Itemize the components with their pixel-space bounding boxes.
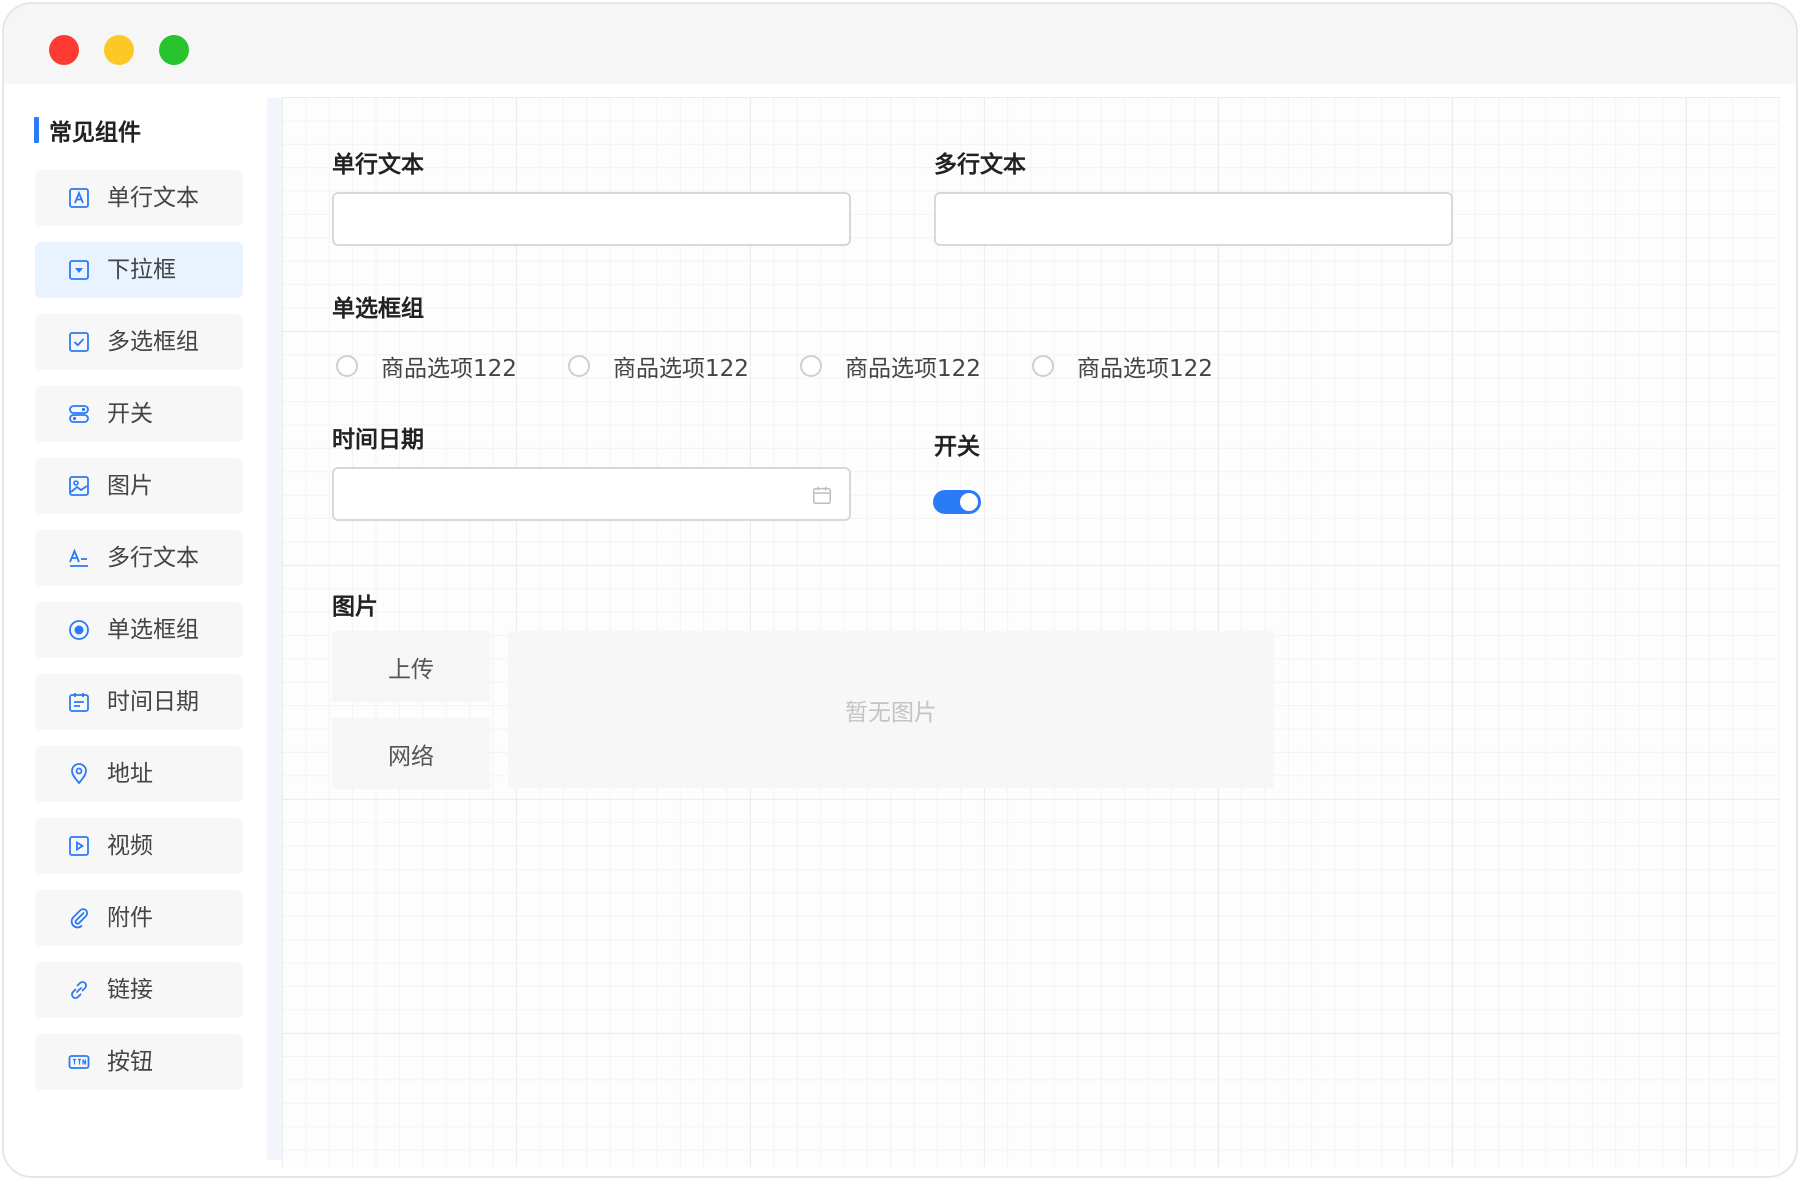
sidebar-item-single-text[interactable]: 单行文本	[35, 170, 243, 226]
switch-knob	[960, 493, 978, 511]
sidebar-item-label: 多选框组	[107, 329, 199, 355]
component-sidebar: 常见组件 单行文本 下拉框 多选框组 开关 图片 多行文本 单选框组 时间日期 …	[4, 84, 282, 1176]
calendar-icon	[67, 690, 91, 714]
sidebar-item-video[interactable]: 视频	[35, 818, 243, 874]
single-text-input[interactable]	[332, 192, 851, 246]
close-window-button[interactable]	[49, 35, 79, 65]
checkbox-icon	[67, 330, 91, 354]
sidebar-item-multiline-text[interactable]: 多行文本	[35, 530, 243, 586]
sidebar-item-label: 按钮	[107, 1049, 153, 1075]
paperclip-icon	[67, 906, 91, 930]
network-image-button[interactable]: 网络	[332, 718, 490, 789]
sidebar-section-title: 常见组件	[34, 115, 141, 146]
toggle-icon	[67, 402, 91, 426]
title-bar	[4, 4, 1796, 84]
single-text-label: 单行文本	[332, 152, 424, 178]
datetime-label: 时间日期	[332, 427, 424, 453]
sidebar-item-radio-group[interactable]: 单选框组	[35, 602, 243, 658]
sidebar-item-label: 下拉框	[107, 257, 176, 283]
sidebar-item-link[interactable]: 链接	[35, 962, 243, 1018]
multi-text-input[interactable]	[934, 192, 1453, 246]
form-canvas: 单行文本 多行文本 单选框组 商品选项122 商品选项122 商品选项122 商…	[282, 97, 1780, 1167]
switch-label: 开关	[934, 434, 980, 460]
sidebar-item-label: 链接	[107, 977, 153, 1003]
multiline-text-icon	[67, 546, 91, 570]
sidebar-item-datetime[interactable]: 时间日期	[35, 674, 243, 730]
radio-group-label: 单选框组	[332, 296, 424, 322]
sidebar-item-address[interactable]: 地址	[35, 746, 243, 802]
maximize-window-button[interactable]	[159, 35, 189, 65]
radio-icon	[67, 618, 91, 642]
text-box-icon	[67, 186, 91, 210]
radio-circle[interactable]	[1032, 355, 1054, 377]
sidebar-item-switch[interactable]: 开关	[35, 386, 243, 442]
radio-circle[interactable]	[800, 355, 822, 377]
button-icon	[67, 1050, 91, 1074]
section-title-text: 常见组件	[49, 120, 141, 146]
radio-option-label: 商品选项122	[1077, 356, 1213, 382]
upload-button[interactable]: 上传	[332, 631, 490, 702]
sidebar-item-label: 开关	[107, 401, 153, 427]
toggle-switch[interactable]	[933, 490, 981, 514]
radio-circle[interactable]	[336, 355, 358, 377]
image-label: 图片	[332, 594, 378, 620]
sidebar-item-label: 单选框组	[107, 617, 199, 643]
section-accent-bar	[34, 117, 39, 143]
minimize-window-button[interactable]	[104, 35, 134, 65]
radio-option[interactable]: 商品选项122	[568, 351, 749, 382]
sidebar-item-dropdown[interactable]: 下拉框	[35, 242, 243, 298]
link-icon	[67, 978, 91, 1002]
radio-option-label: 商品选项122	[381, 356, 517, 382]
image-icon	[67, 474, 91, 498]
radio-option-label: 商品选项122	[845, 356, 981, 382]
radio-option[interactable]: 商品选项122	[800, 351, 981, 382]
sidebar-item-label: 视频	[107, 833, 153, 859]
multi-text-label: 多行文本	[934, 152, 1026, 178]
radio-option[interactable]: 商品选项122	[336, 351, 517, 382]
location-pin-icon	[67, 762, 91, 786]
app-window: 常见组件 单行文本 下拉框 多选框组 开关 图片 多行文本 单选框组 时间日期 …	[2, 2, 1798, 1178]
sidebar-item-image[interactable]: 图片	[35, 458, 243, 514]
video-icon	[67, 834, 91, 858]
sidebar-item-button[interactable]: 按钮	[35, 1034, 243, 1090]
sidebar-item-attachment[interactable]: 附件	[35, 890, 243, 946]
radio-option-label: 商品选项122	[613, 356, 749, 382]
sidebar-item-label: 图片	[107, 473, 153, 499]
sidebar-item-label: 附件	[107, 905, 153, 931]
sidebar-item-label: 地址	[107, 761, 153, 787]
sidebar-item-label: 多行文本	[107, 545, 199, 571]
datetime-input[interactable]	[332, 467, 851, 521]
sidebar-divider	[267, 98, 282, 1160]
radio-circle[interactable]	[568, 355, 590, 377]
dropdown-icon	[67, 258, 91, 282]
calendar-icon[interactable]	[811, 484, 833, 506]
radio-option[interactable]: 商品选项122	[1032, 351, 1213, 382]
sidebar-item-checkbox-group[interactable]: 多选框组	[35, 314, 243, 370]
sidebar-item-label: 时间日期	[107, 689, 199, 715]
image-preview-empty: 暂无图片	[508, 631, 1274, 788]
sidebar-item-label: 单行文本	[107, 185, 199, 211]
